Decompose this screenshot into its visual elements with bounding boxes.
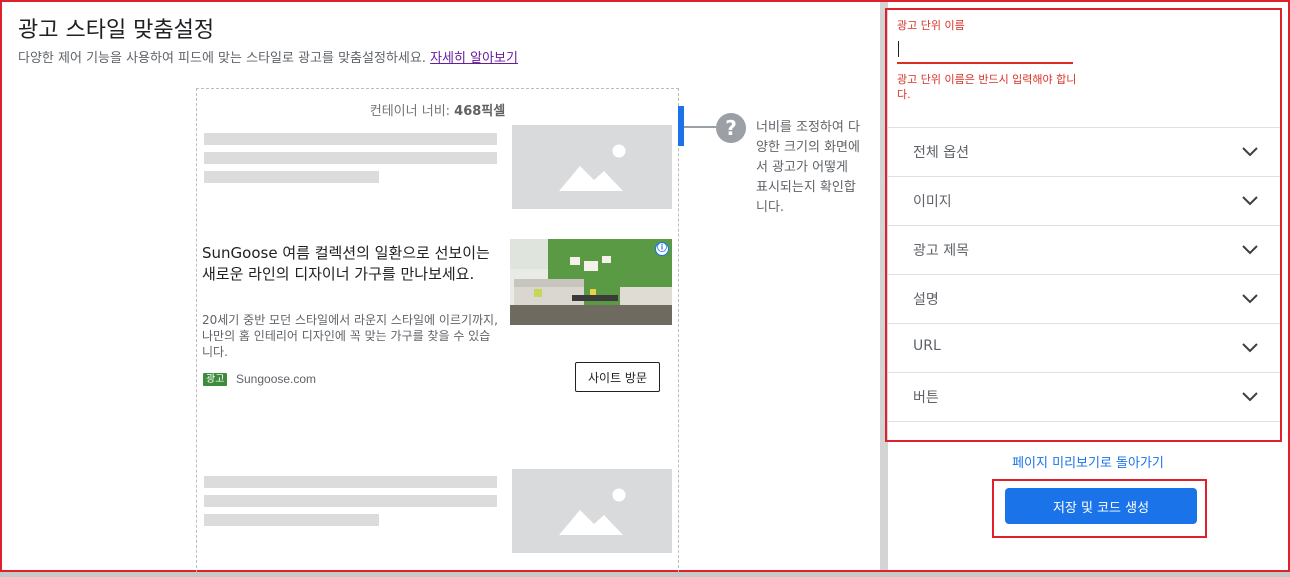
ad-unit-name-error: 광고 단위 이름은 반드시 입력해야 합니다.	[897, 73, 1077, 101]
section-url[interactable]: URL	[887, 323, 1280, 372]
placeholder-line	[204, 476, 497, 488]
section-label: 전체 옵션	[913, 145, 969, 161]
chevron-down-icon	[1242, 294, 1258, 304]
ad-info-icon[interactable]: ⓘ	[655, 242, 669, 256]
chevron-down-icon	[1242, 343, 1258, 353]
ad-description: 20세기 중반 모던 스타일에서 라운지 스타일에 이르기까지, 나만의 홈 인…	[202, 313, 498, 359]
page-subtitle: 다양한 제어 기능을 사용하여 피드에 맞는 스타일로 광고를 맞춤설정하세요.…	[18, 47, 518, 66]
section-label: 설명	[913, 292, 939, 308]
placeholder-line	[204, 133, 497, 145]
visit-site-button[interactable]: 사이트 방문	[575, 362, 660, 392]
chevron-down-icon	[1242, 392, 1258, 402]
section-all-options[interactable]: 전체 옵션	[887, 127, 1280, 176]
subtitle-text: 다양한 제어 기능을 사용하여 피드에 맞는 스타일로 광고를 맞춤설정하세요.	[18, 51, 426, 66]
section-label: 광고 제목	[913, 243, 969, 259]
handle-connector	[684, 126, 716, 128]
text-caret	[898, 41, 899, 57]
section-ad-title[interactable]: 광고 제목	[887, 225, 1280, 274]
help-text: 너비를 조정하여 다양한 크기의 화면에서 광고가 어떻게 표시되는지 확인합니…	[756, 120, 860, 215]
ad-unit-name-input[interactable]	[897, 36, 1073, 64]
section-label: 이미지	[913, 194, 952, 210]
ad-headline[interactable]: SunGoose 여름 컬렉션의 일환으로 선보이는 새로운 라인의 디자이너 …	[202, 243, 498, 285]
back-to-preview-link[interactable]: 페이지 미리보기로 돌아가기	[888, 452, 1288, 471]
ad-badge: 광고	[203, 373, 228, 386]
ad-domain[interactable]: Sungoose.com	[236, 372, 316, 386]
ad-unit-name-label: 광고 단위 이름	[897, 19, 965, 32]
section-image[interactable]: 이미지	[887, 176, 1280, 225]
section-description[interactable]: 설명	[887, 274, 1280, 323]
container-width-prefix: 컨테이너 너비:	[369, 104, 455, 119]
chevron-down-icon	[1242, 147, 1258, 157]
question-mark-icon: ?	[716, 113, 746, 143]
section-divider	[887, 421, 1280, 439]
ad-image[interactable]	[510, 239, 672, 325]
placeholder-line	[204, 171, 379, 183]
container-width-value: 468픽셀	[454, 104, 506, 119]
placeholder-line	[204, 152, 497, 164]
placeholder-line	[204, 495, 497, 507]
section-label: URL	[913, 338, 941, 354]
section-button[interactable]: 버튼	[887, 372, 1280, 421]
placeholder-image-icon	[512, 469, 672, 553]
page-title: 광고 스타일 맞춤설정	[18, 18, 215, 43]
placeholder-line	[204, 514, 379, 526]
chevron-down-icon	[1242, 196, 1258, 206]
save-and-generate-code-button[interactable]: 저장 및 코드 생성	[1005, 488, 1197, 524]
section-label: 버튼	[913, 390, 939, 406]
placeholder-image-icon	[512, 125, 672, 209]
container-width-label: 컨테이너 너비: 468픽셀	[197, 100, 678, 119]
learn-more-link[interactable]: 자세히 알아보기	[430, 51, 518, 66]
chevron-down-icon	[1242, 245, 1258, 255]
